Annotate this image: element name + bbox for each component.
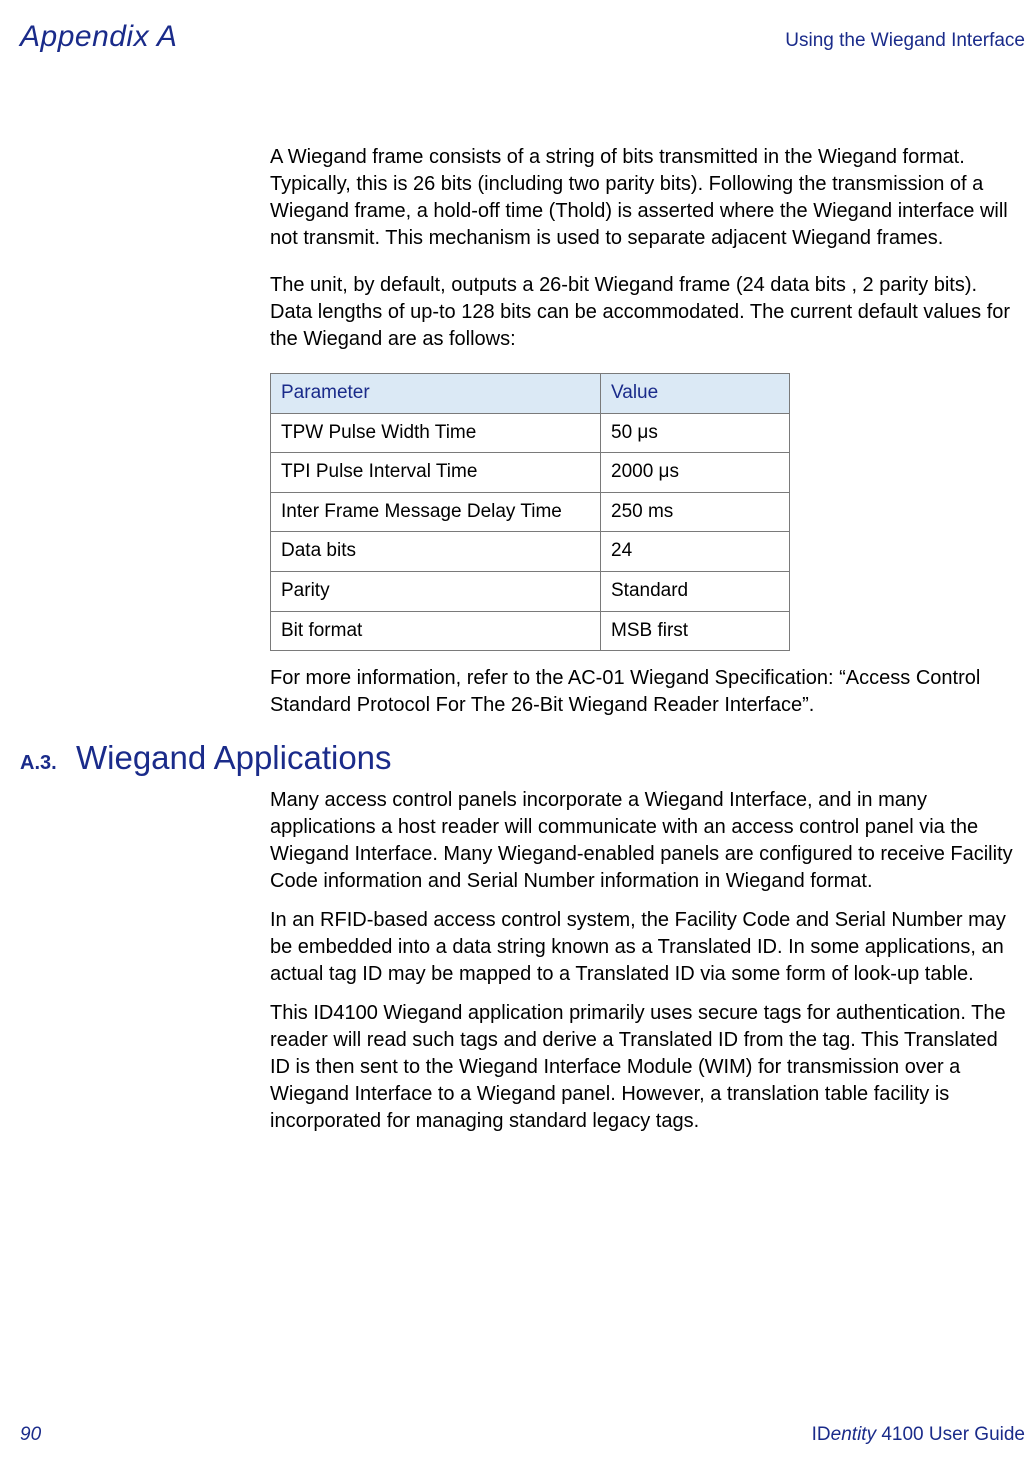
value-cell: 250 ms	[601, 492, 790, 532]
value-cell: 2000 μs	[601, 453, 790, 493]
table-row: TPW Pulse Width Time 50 μs	[271, 413, 790, 453]
header-section-title: Using the Wiegand Interface	[785, 30, 1025, 52]
param-cell: Data bits	[271, 532, 601, 572]
table-row: Data bits 24	[271, 532, 790, 572]
section-title: Wiegand Applications	[76, 739, 392, 777]
appendix-title: Appendix A	[20, 20, 177, 54]
table-row: Bit format MSB first	[271, 611, 790, 651]
footer-guide-title: IDentity 4100 User Guide	[812, 1424, 1025, 1446]
page: Appendix A Using the Wiegand Interface A…	[0, 0, 1035, 1468]
param-cell: Inter Frame Message Delay Time	[271, 492, 601, 532]
section-paragraph-1: Many access control panels incorporate a…	[270, 787, 1020, 895]
table-header-row: Parameter Value	[271, 374, 790, 414]
footer-prefix: ID	[812, 1424, 831, 1445]
intro-paragraph-1: A Wiegand frame consists of a string of …	[270, 144, 1020, 252]
value-cell: MSB first	[601, 611, 790, 651]
page-footer: 90 IDentity 4100 User Guide	[0, 1424, 1035, 1446]
section-heading-row: A.3. Wiegand Applications	[0, 739, 1035, 777]
value-cell: 50 μs	[601, 413, 790, 453]
intro-paragraph-2: The unit, by default, outputs a 26-bit W…	[270, 272, 1020, 353]
footer-suffix: 4100 User Guide	[876, 1424, 1025, 1445]
value-cell: 24	[601, 532, 790, 572]
col-header-parameter: Parameter	[271, 374, 601, 414]
wiegand-defaults-table: Parameter Value TPW Pulse Width Time 50 …	[270, 373, 790, 651]
section-content: Many access control panels incorporate a…	[0, 787, 1035, 1135]
page-number: 90	[20, 1424, 41, 1446]
param-cell: Bit format	[271, 611, 601, 651]
page-header: Appendix A Using the Wiegand Interface	[0, 20, 1035, 54]
col-header-value: Value	[601, 374, 790, 414]
param-cell: TPW Pulse Width Time	[271, 413, 601, 453]
table-row: TPI Pulse Interval Time 2000 μs	[271, 453, 790, 493]
section-number: A.3.	[20, 752, 76, 775]
footer-italic: entity	[831, 1424, 876, 1445]
section-paragraph-2: In an RFID-based access control system, …	[270, 907, 1020, 988]
section-paragraph-3: This ID4100 Wiegand application primaril…	[270, 1000, 1020, 1135]
value-cell: Standard	[601, 571, 790, 611]
param-cell: TPI Pulse Interval Time	[271, 453, 601, 493]
after-table-paragraph: For more information, refer to the AC-01…	[270, 665, 1020, 719]
body-content: A Wiegand frame consists of a string of …	[0, 144, 1035, 719]
param-cell: Parity	[271, 571, 601, 611]
table-row: Parity Standard	[271, 571, 790, 611]
table-row: Inter Frame Message Delay Time 250 ms	[271, 492, 790, 532]
